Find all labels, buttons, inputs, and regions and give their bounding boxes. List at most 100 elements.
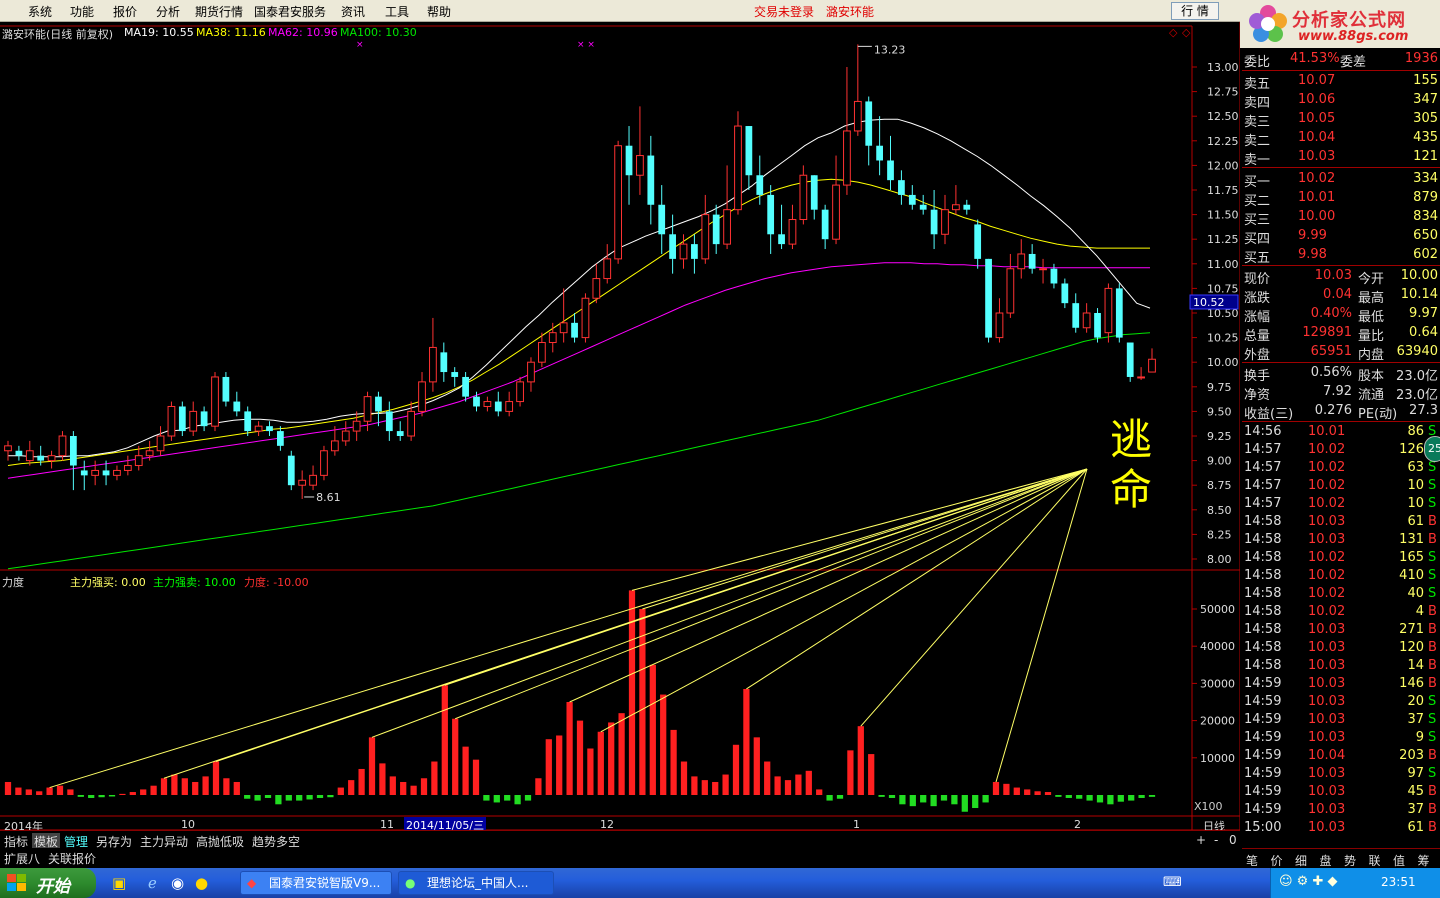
fund-value: 27.3 (1409, 403, 1438, 418)
side-tab-3[interactable]: 盘 (1320, 852, 1332, 869)
taskbar-item-trading-app[interactable]: ◆ 国泰君安锐智版V9... (240, 871, 392, 895)
menu-item-function[interactable]: 功能 (70, 3, 94, 20)
candle-body-down (571, 322, 578, 338)
menu-item-quote[interactable]: 报价 (113, 3, 137, 20)
zoom-reset-button[interactable]: 0 (1229, 833, 1237, 847)
volume-bar-red (701, 780, 708, 795)
menu-item-system[interactable]: 系统 (28, 3, 52, 20)
tick-side: B (1428, 676, 1437, 691)
candle-body-up (134, 455, 143, 467)
tick-volume: 63 (1407, 460, 1424, 475)
zoom-in-button[interactable]: + (1196, 833, 1206, 847)
volume-bar-red (556, 735, 563, 795)
candle-body-up (941, 209, 949, 235)
volume-bar-green (504, 795, 511, 801)
tick-price: 10.02 (1308, 460, 1346, 475)
candle-body-up (58, 435, 67, 457)
menu-item-analysis[interactable]: 分析 (156, 3, 180, 20)
candle-body-down (821, 209, 829, 240)
tray-app-icons[interactable]: ☺ ⚙ ✚ ◆ (1279, 874, 1338, 889)
volume-bar-green (982, 795, 989, 803)
quicklaunch-media-icon[interactable]: ● (195, 874, 208, 892)
quote-button[interactable]: 行 情 (1171, 2, 1219, 20)
tick-time: 14:58 (1244, 586, 1282, 601)
tick-side: B (1428, 802, 1437, 817)
stat-value: 10.14 (1400, 287, 1438, 302)
side-tab-0[interactable]: 笔 (1246, 852, 1258, 869)
login-status[interactable]: 交易未登录 (754, 3, 814, 20)
volume-bar-red (722, 774, 729, 795)
side-tab-7[interactable]: 筹 (1418, 852, 1430, 869)
quicklaunch-browser-icon[interactable]: ◉ (171, 874, 184, 892)
keyboard-icon[interactable]: ⌨ (1163, 875, 1182, 890)
candle-body-down (15, 450, 23, 456)
candle-body-up (614, 145, 623, 260)
ask-volume: 435 (1413, 130, 1438, 145)
quote-stat-row: 外盘 65951 内盘 63940 (1242, 343, 1440, 363)
menu-item-futures[interactable]: 期货行情 (195, 3, 243, 20)
bid-level-row: 买四 9.99 650 (1242, 227, 1440, 247)
quicklaunch-app-icon[interactable]: ▣ (112, 874, 126, 892)
stat-label: 今开 (1358, 272, 1385, 287)
kline-chart[interactable]: 13.00 12.75 12.50 12.25 12.00 11.75 11.50 11.25… (0, 22, 1240, 830)
candle-body-up (516, 381, 524, 403)
side-tab-4[interactable]: 势 (1344, 852, 1356, 869)
tick-row: 14:58 10.02 4 B (1242, 603, 1440, 622)
current-price-marker: 10.52 (1193, 296, 1225, 309)
price-tick-label: 9.25 (1207, 430, 1232, 443)
volume-bar-green (264, 795, 272, 798)
fund-value: 7.92 (1323, 384, 1352, 399)
bid-price: 10.02 (1298, 171, 1336, 186)
tick-time: 14:57 (1244, 478, 1282, 493)
tab-extension-8[interactable]: 扩展八 (4, 850, 40, 867)
zoom-out-button[interactable]: - (1214, 833, 1218, 847)
volume-bar-red (784, 780, 792, 795)
menu-item-news[interactable]: 资讯 (341, 3, 365, 20)
bid-price: 9.98 (1298, 247, 1327, 262)
scroll-badge[interactable]: 25 (1424, 436, 1440, 462)
candle-body-down (658, 204, 666, 235)
flower-logo-icon (1249, 5, 1287, 42)
taskbar-item-forum[interactable]: ● 理想论坛_中国人... (398, 871, 554, 895)
volume-bar-green (108, 795, 116, 797)
side-tab-6[interactable]: 值 (1393, 852, 1405, 869)
candle-body-down (102, 470, 110, 476)
volume-bar-green (244, 795, 251, 799)
ask-level-label: 卖一 (1244, 153, 1271, 168)
quicklaunch-ie-icon[interactable]: ℯ (148, 874, 157, 892)
tick-volume: 10 (1407, 496, 1424, 511)
indicator-name: 力度 (2, 576, 24, 589)
candle-body-up (603, 258, 612, 280)
tab-related-quote[interactable]: 关联报价 (48, 850, 96, 867)
tick-time: 14:59 (1244, 712, 1282, 727)
price-tick-label: 12.25 (1207, 135, 1239, 148)
start-button[interactable]: 开始 (0, 868, 96, 898)
volume-bar-green (836, 795, 844, 799)
side-tab-1[interactable]: 价 (1271, 852, 1283, 869)
bid-level-row: 买三 10.00 834 (1242, 208, 1440, 228)
kline-chart-area[interactable]: 13.00 12.75 12.50 12.25 12.00 11.75 11.50 11.25… (0, 22, 1240, 833)
menu-item-help[interactable]: 帮助 (427, 3, 451, 20)
tick-price: 10.03 (1308, 658, 1346, 673)
volume-bar-green (285, 795, 292, 801)
menu-item-tools[interactable]: 工具 (385, 3, 409, 20)
tick-volume: 14 (1407, 658, 1424, 673)
menu-item-broker-service[interactable]: 国泰君安服务 (254, 3, 326, 20)
tick-price: 10.02 (1308, 496, 1346, 511)
candle-body-down (647, 155, 655, 205)
bid-price: 10.00 (1298, 209, 1336, 224)
volume-bar-red (587, 748, 594, 795)
side-tab-2[interactable]: 细 (1295, 852, 1307, 869)
volume-bar-red (358, 768, 365, 795)
volume-bar-red (233, 781, 240, 795)
tick-row: 14:5710.02126B (1242, 441, 1440, 460)
side-tab-5[interactable]: 联 (1369, 852, 1381, 869)
bid-volume: 834 (1413, 209, 1438, 224)
signal-mark-icon: × (356, 40, 364, 50)
candle-body-down (756, 175, 764, 195)
volume-bar-red (732, 744, 740, 795)
trading-app-icon: ◆ (247, 876, 257, 890)
volume-bar-red (140, 789, 147, 795)
high-price-label: 13.23 (874, 43, 906, 56)
fundamental-row: 换手 0.56% 股本 23.0亿 (1242, 364, 1440, 384)
